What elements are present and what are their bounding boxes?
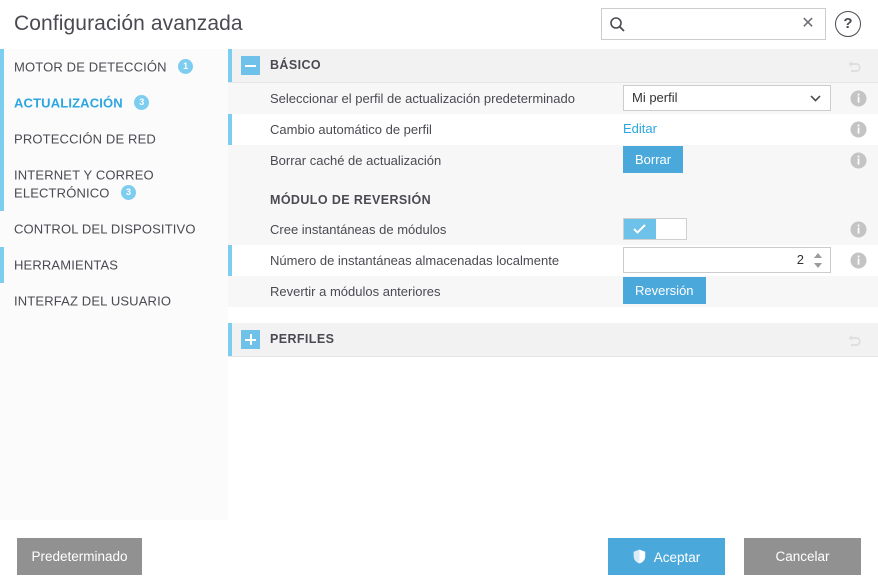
setting-control: Editar <box>623 114 657 145</box>
setting-row-numero-instantaneas: Número de instantáneas almacenadas local… <box>228 245 878 276</box>
search-icon <box>609 16 626 33</box>
section-accent-bar <box>228 49 232 82</box>
borrar-button[interactable]: Borrar <box>623 146 683 173</box>
section-header-basico[interactable]: BÁSICO <box>228 49 878 83</box>
search-input[interactable] <box>630 9 790 39</box>
aceptar-label: Aceptar <box>654 550 701 565</box>
help-icon[interactable]: ? <box>835 11 861 37</box>
section-title: PERFILES <box>270 332 334 346</box>
subsection-header-modulo-de-reversion: MÓDULO DE REVERSIÓN <box>228 176 878 214</box>
sidebar-item-label: ACTUALIZACIÓN <box>14 95 123 110</box>
advanced-settings-window: Configuración avanzada ✕ ? MOTOR DE DETE… <box>0 0 878 585</box>
aceptar-button[interactable]: Aceptar <box>608 538 725 575</box>
sidebar-accent-bar <box>0 85 4 121</box>
window-header: Configuración avanzada ✕ ? <box>0 0 878 49</box>
check-icon <box>633 224 646 234</box>
sidebar-item-label: MOTOR DE DETECCIÓN <box>14 59 167 74</box>
row-accent-bar <box>228 245 232 276</box>
info-icon[interactable] <box>850 90 867 107</box>
sidebar-accent-bar <box>0 49 4 85</box>
section-gap <box>228 307 878 323</box>
cancelar-button[interactable]: Cancelar <box>744 538 861 575</box>
sidebar: MOTOR DE DETECCIÓN 1 ACTUALIZACIÓN 3 PRO… <box>0 49 228 520</box>
setting-row-cambio-automatico-perfil: Cambio automático de perfil Editar <box>228 114 878 145</box>
section-header-perfiles[interactable]: PERFILES <box>228 323 878 357</box>
setting-control: Mi perfil <box>623 83 831 114</box>
setting-label: Borrar caché de actualización <box>270 153 441 168</box>
setting-row-revertir-modulos: Revertir a módulos anteriores Reversión <box>228 276 878 307</box>
sidebar-item-label: INTERFAZ DEL USUARIO <box>14 293 171 308</box>
sidebar-accent-bar <box>0 247 4 283</box>
revert-icon[interactable] <box>847 332 864 348</box>
sidebar-item-label: HERRAMIENTAS <box>14 257 118 272</box>
sidebar-item-actualizacion[interactable]: ACTUALIZACIÓN 3 <box>0 85 228 121</box>
stepper-up-icon[interactable] <box>813 252 823 259</box>
section-title: BÁSICO <box>270 58 321 72</box>
setting-control: Reversión <box>623 276 706 307</box>
expand-plus-icon[interactable] <box>241 330 260 349</box>
setting-label: Seleccionar el perfil de actualización p… <box>270 91 575 106</box>
info-icon[interactable] <box>850 252 867 269</box>
sidebar-item-label: CONTROL DEL DISPOSITIVO <box>14 221 196 236</box>
sidebar-item-motor-de-deteccion[interactable]: MOTOR DE DETECCIÓN 1 <box>0 49 228 85</box>
row-accent-bar <box>228 114 232 145</box>
profile-select[interactable]: Mi perfil <box>623 85 831 111</box>
snapshots-toggle[interactable] <box>623 218 687 240</box>
setting-label: Cambio automático de perfil <box>270 122 432 137</box>
chevron-down-icon <box>810 95 821 102</box>
info-icon[interactable] <box>850 121 867 138</box>
predeterminado-button[interactable]: Predeterminado <box>17 538 142 575</box>
setting-control <box>623 214 687 245</box>
setting-control: 2 <box>623 245 831 276</box>
section-accent-bar <box>228 323 232 356</box>
info-icon[interactable] <box>850 221 867 238</box>
shield-icon <box>633 549 646 564</box>
sidebar-item-badge: 3 <box>134 95 149 110</box>
reversion-button[interactable]: Reversión <box>623 277 706 304</box>
info-icon[interactable] <box>850 152 867 169</box>
revert-icon[interactable] <box>847 58 864 74</box>
sidebar-item-interfaz-del-usuario[interactable]: INTERFAZ DEL USUARIO <box>0 283 228 319</box>
editar-link[interactable]: Editar <box>623 121 657 136</box>
profile-select-value: Mi perfil <box>632 90 678 105</box>
sidebar-item-proteccion-de-red[interactable]: PROTECCIÓN DE RED <box>0 121 228 157</box>
setting-row-borrar-cache: Borrar caché de actualización Borrar <box>228 145 878 176</box>
sidebar-accent-bar <box>0 211 4 247</box>
collapse-minus-icon[interactable] <box>241 56 260 75</box>
sidebar-accent-bar <box>0 157 4 211</box>
sidebar-item-control-del-dispositivo[interactable]: CONTROL DEL DISPOSITIVO <box>0 211 228 247</box>
sidebar-accent-bar <box>0 121 4 157</box>
setting-label: Número de instantáneas almacenadas local… <box>270 253 559 268</box>
settings-content: BÁSICO Seleccionar el perfil de actualiz… <box>228 49 878 520</box>
setting-control: Borrar <box>623 145 683 176</box>
dialog-footer: Predeterminado Aceptar Cancelar <box>0 520 878 585</box>
search-box[interactable]: ✕ <box>601 8 826 40</box>
setting-label: Revertir a módulos anteriores <box>270 284 441 299</box>
sidebar-item-badge: 1 <box>178 59 193 74</box>
setting-label: Cree instantáneas de módulos <box>270 222 446 237</box>
sidebar-accent-bar <box>0 283 4 319</box>
setting-row-perfil-predeterminado: Seleccionar el perfil de actualización p… <box>228 83 878 114</box>
setting-row-cree-instantaneas: Cree instantáneas de módulos <box>228 214 878 245</box>
snapshots-count-stepper[interactable]: 2 <box>623 247 831 273</box>
sidebar-item-herramientas[interactable]: HERRAMIENTAS <box>0 247 228 283</box>
sidebar-item-badge: 3 <box>121 185 136 200</box>
stepper-value: 2 <box>797 252 804 267</box>
page-title: Configuración avanzada <box>14 12 243 36</box>
sidebar-item-label: PROTECCIÓN DE RED <box>14 131 156 146</box>
sidebar-item-internet-y-correo-electronico[interactable]: INTERNET Y CORREO ELECTRÓNICO 3 <box>0 157 228 211</box>
search-clear-icon[interactable]: ✕ <box>799 14 817 34</box>
stepper-down-icon[interactable] <box>813 262 823 269</box>
